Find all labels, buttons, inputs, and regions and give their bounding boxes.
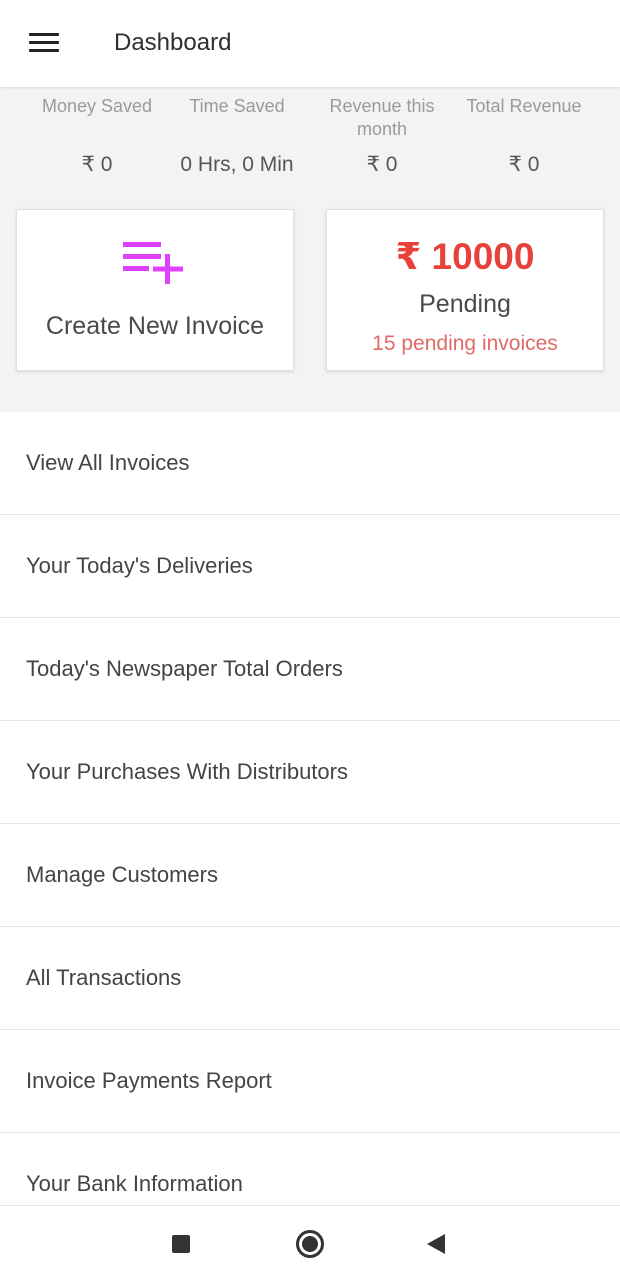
stat-label: Total Revenue: [466, 96, 582, 116]
menu-item-label: Your Today's Deliveries: [26, 553, 253, 578]
back-icon[interactable]: [416, 1224, 456, 1264]
summary-area: Money Saved ₹ 0 Time Saved 0 Hrs, 0 Min …: [0, 87, 620, 412]
menu-item-all-transactions[interactable]: All Transactions: [0, 927, 620, 1030]
home-icon[interactable]: [290, 1224, 330, 1264]
create-invoice-card[interactable]: Create New Invoice: [16, 209, 294, 371]
menu-item-label: Your Bank Information: [26, 1171, 243, 1196]
system-nav-bar: [0, 1205, 620, 1280]
menu-bar-line: [29, 33, 59, 36]
playlist-add-icon: [123, 242, 183, 284]
stat-value: 0 Hrs, 0 Min: [180, 153, 294, 176]
menu-item-manage-customers[interactable]: Manage Customers: [0, 824, 620, 927]
menu-item-purchases-distributors[interactable]: Your Purchases With Distributors: [0, 721, 620, 824]
app-bar: Dashboard: [0, 0, 620, 87]
stats-row: Money Saved ₹ 0 Time Saved 0 Hrs, 0 Min …: [0, 87, 620, 197]
stat-total-revenue: Total Revenue ₹ 0: [458, 95, 590, 179]
menu-list: View All Invoices Your Today's Deliverie…: [0, 412, 620, 1236]
menu-item-label: Manage Customers: [26, 862, 218, 887]
create-invoice-label: Create New Invoice: [45, 312, 265, 340]
menu-bar-line: [29, 49, 59, 52]
menu-item-label: View All Invoices: [26, 450, 190, 475]
back-triangle: [427, 1234, 445, 1254]
stat-money-saved: Money Saved ₹ 0: [37, 95, 157, 179]
pending-count-text: 15 pending invoices: [372, 332, 558, 355]
stat-value: ₹ 0: [508, 153, 540, 176]
menu-item-label: All Transactions: [26, 965, 182, 990]
stat-label: Money Saved: [41, 96, 153, 116]
stat-revenue-month: Revenue this month ₹ 0: [322, 95, 442, 179]
page-title: Dashboard: [114, 29, 232, 56]
stat-time-saved: Time Saved 0 Hrs, 0 Min: [172, 95, 302, 179]
menu-item-todays-deliveries[interactable]: Your Today's Deliveries: [0, 515, 620, 618]
stat-value: ₹ 0: [81, 153, 113, 176]
menu-item-invoice-payments-report[interactable]: Invoice Payments Report: [0, 1030, 620, 1133]
menu-item-view-all-invoices[interactable]: View All Invoices: [0, 412, 620, 515]
hamburger-menu-icon[interactable]: [22, 24, 66, 62]
menu-item-label: Today's Newspaper Total Orders: [26, 656, 343, 681]
recents-icon[interactable]: [161, 1224, 201, 1264]
home-dot: [302, 1236, 318, 1252]
stat-value: ₹ 0: [366, 153, 398, 176]
menu-bar-line: [29, 41, 59, 44]
stat-label: Revenue this month: [329, 96, 435, 139]
menu-item-newspaper-orders[interactable]: Today's Newspaper Total Orders: [0, 618, 620, 721]
menu-item-label: Your Purchases With Distributors: [26, 759, 348, 784]
pending-label: Pending: [419, 290, 511, 318]
recents-square: [172, 1235, 190, 1253]
pending-card[interactable]: ₹ 10000 Pending 15 pending invoices: [326, 209, 604, 371]
stat-label: Time Saved: [189, 96, 285, 116]
pending-amount: ₹ 10000: [395, 236, 535, 277]
app-screen: Dashboard Money Saved ₹ 0 Time Saved 0 H…: [0, 0, 620, 1280]
menu-item-label: Invoice Payments Report: [26, 1068, 272, 1093]
